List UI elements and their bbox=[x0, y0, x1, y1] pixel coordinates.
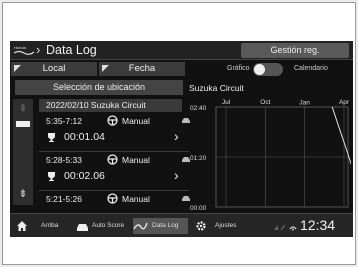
x-tick-label: Oct bbox=[260, 99, 270, 106]
car-icon bbox=[77, 224, 88, 231]
tab-local[interactable]: Local bbox=[11, 62, 97, 76]
scroll-thumb[interactable] bbox=[16, 121, 30, 127]
graph-view-label: Gráfico bbox=[227, 65, 250, 72]
nav-item-data-log[interactable]: Data Log bbox=[133, 218, 188, 234]
nav-label: Auto Score bbox=[92, 222, 125, 229]
steering-wheel-icon bbox=[107, 115, 118, 126]
header-bar: Honda › Data Log Gestión reg. bbox=[10, 41, 353, 60]
gear-icon bbox=[196, 221, 206, 231]
nav-item-ajustes[interactable]: Ajustes bbox=[195, 218, 243, 234]
lap-time: 00:01.04 bbox=[64, 131, 105, 143]
bottom-nav-bar: Arriba Auto Score Data Log Ajustes 12:34 bbox=[10, 213, 353, 237]
scroll-down-icon[interactable]: ⇟ bbox=[17, 187, 29, 201]
tab-local-label: Local bbox=[42, 63, 66, 74]
record-management-button[interactable]: Gestión reg. bbox=[241, 43, 349, 58]
toggle-knob bbox=[254, 64, 265, 75]
session-time: 5:28-5:33 bbox=[46, 155, 82, 165]
tab-row: Local Fecha Gráfico Calendario bbox=[10, 61, 353, 77]
steering-wheel-icon bbox=[107, 193, 118, 204]
corner-indicator-icon bbox=[14, 65, 21, 72]
page-title: Data Log bbox=[46, 43, 97, 57]
circuit-name: Suzuka Circuit bbox=[189, 83, 244, 93]
clock: 12:34 bbox=[300, 217, 336, 233]
y-tick-label: 00:00 bbox=[190, 205, 207, 211]
nav-label: Arriba bbox=[41, 222, 59, 229]
trophy-icon bbox=[48, 133, 55, 142]
session-time: 5:35-7:12 bbox=[46, 116, 82, 126]
trophy-icon bbox=[48, 172, 55, 181]
corner-indicator-icon bbox=[102, 65, 109, 72]
lap-time-chart: 02:4001:2000:00JulOct2022JanApr bbox=[190, 99, 351, 211]
tab-date[interactable]: Fecha bbox=[99, 62, 185, 76]
steering-wheel-icon bbox=[107, 154, 118, 165]
nav-label: Ajustes bbox=[215, 222, 237, 229]
honda-logo-icon[interactable]: Honda bbox=[13, 44, 35, 57]
date-group-header: 2022/02/10 Suzuka Circuit bbox=[39, 99, 182, 112]
drive-mode: Manual bbox=[122, 116, 150, 126]
nav-item-arriba[interactable]: Arriba bbox=[35, 218, 65, 234]
nav-item-auto-score[interactable]: Auto Score bbox=[76, 218, 130, 234]
nav-label: Data Log bbox=[152, 222, 179, 229]
display-screen: Honda › Data Log Gestión reg. Local Fech… bbox=[10, 41, 353, 237]
x-tick-label: Apr bbox=[339, 99, 350, 106]
list-item[interactable]: 5:28-5:33 Manual 00:02.06 › bbox=[39, 153, 190, 191]
y-tick-label: 01:20 bbox=[190, 155, 207, 162]
calendar-view-label: Calendario bbox=[294, 65, 328, 72]
data-log-icon bbox=[133, 222, 148, 230]
list-item[interactable]: 5:35-7:12 Manual 00:01.04 › bbox=[39, 114, 190, 152]
signal-status-icon bbox=[274, 224, 297, 231]
chevron-right-icon[interactable]: › bbox=[174, 167, 179, 183]
session-time: 5:21-5:26 bbox=[46, 194, 82, 204]
y-tick-label: 02:40 bbox=[190, 105, 207, 112]
lap-time: 00:02.06 bbox=[64, 170, 105, 182]
chevron-right-icon[interactable]: › bbox=[174, 128, 179, 144]
svg-text:Honda: Honda bbox=[14, 45, 27, 50]
scroll-up-icon[interactable]: ⇞ bbox=[17, 102, 29, 116]
drive-mode: Manual bbox=[122, 155, 150, 165]
location-select-button[interactable]: Selección de ubicación bbox=[15, 80, 183, 95]
breadcrumb-chevron-icon: › bbox=[36, 42, 41, 57]
drive-mode: Manual bbox=[122, 194, 150, 204]
tab-date-label: Fecha bbox=[128, 63, 156, 74]
list-scrollbar[interactable]: ⇞ ⇟ bbox=[13, 99, 33, 205]
manual-page-frame: Honda › Data Log Gestión reg. Local Fech… bbox=[2, 2, 356, 265]
list-item[interactable]: 5:21-5:26 Manual bbox=[39, 192, 190, 210]
home-icon bbox=[17, 221, 27, 231]
home-button[interactable] bbox=[16, 218, 30, 234]
x-tick-label: Jan bbox=[299, 100, 310, 107]
view-toggle-switch[interactable] bbox=[253, 63, 283, 76]
x-tick-label: Jul bbox=[222, 99, 231, 106]
